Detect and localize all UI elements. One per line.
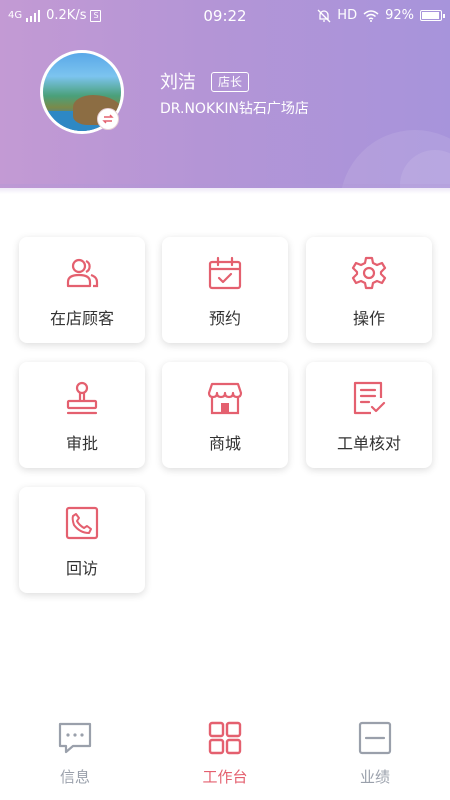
battery-fill [422, 12, 439, 19]
grid-icon [208, 721, 242, 755]
card-label: 工单核对 [336, 434, 401, 453]
card-customers[interactable]: 在店顾客 [19, 237, 145, 343]
phone-icon [65, 506, 99, 540]
performance-icon [358, 721, 392, 755]
status-bar: 4G 0.2K/s S 09:22 HD 92% [0, 0, 450, 32]
calendar-icon [208, 256, 242, 290]
switch-store-icon[interactable] [97, 108, 119, 130]
tab-performance[interactable]: 业绩 [300, 708, 450, 800]
card-label: 回访 [65, 559, 98, 578]
user-name: 刘洁 [160, 72, 196, 93]
tab-messages[interactable]: 信息 [0, 708, 150, 800]
card-approval[interactable]: 审批 [19, 362, 145, 468]
card-operation[interactable]: 操作 [306, 237, 432, 343]
card-label: 商城 [208, 434, 241, 453]
card-appointment[interactable]: 预约 [162, 237, 288, 343]
battery-icon [420, 10, 445, 21]
header-shadow [0, 184, 450, 194]
message-icon [58, 722, 92, 754]
battery-percent: 92% [385, 8, 414, 23]
card-label: 操作 [352, 309, 385, 328]
tab-label: 信息 [59, 768, 90, 786]
gear-icon [351, 256, 387, 290]
stamp-icon [66, 381, 98, 415]
hd-label: HD [337, 8, 358, 23]
card-label: 审批 [65, 434, 98, 453]
checklist-icon [353, 381, 386, 415]
card-label: 预约 [208, 309, 241, 328]
shop-icon [207, 382, 243, 415]
role-badge: 店长 [211, 72, 250, 92]
bottom-tab-bar: 信息 工作台 业绩 [0, 708, 450, 800]
tab-label: 工作台 [202, 768, 248, 786]
customers-icon [66, 258, 99, 288]
tab-workbench[interactable]: 工作台 [150, 708, 300, 800]
store-name[interactable]: DR.NOKKIN钻石广场店 [160, 98, 309, 118]
tab-label: 业绩 [359, 768, 390, 786]
card-order-check[interactable]: 工单核对 [306, 362, 432, 468]
wifi-icon [363, 9, 379, 22]
mute-bell-icon [317, 9, 331, 22]
card-follow-up[interactable]: 回访 [19, 487, 145, 593]
card-mall[interactable]: 商城 [162, 362, 288, 468]
card-label: 在店顾客 [49, 309, 114, 328]
